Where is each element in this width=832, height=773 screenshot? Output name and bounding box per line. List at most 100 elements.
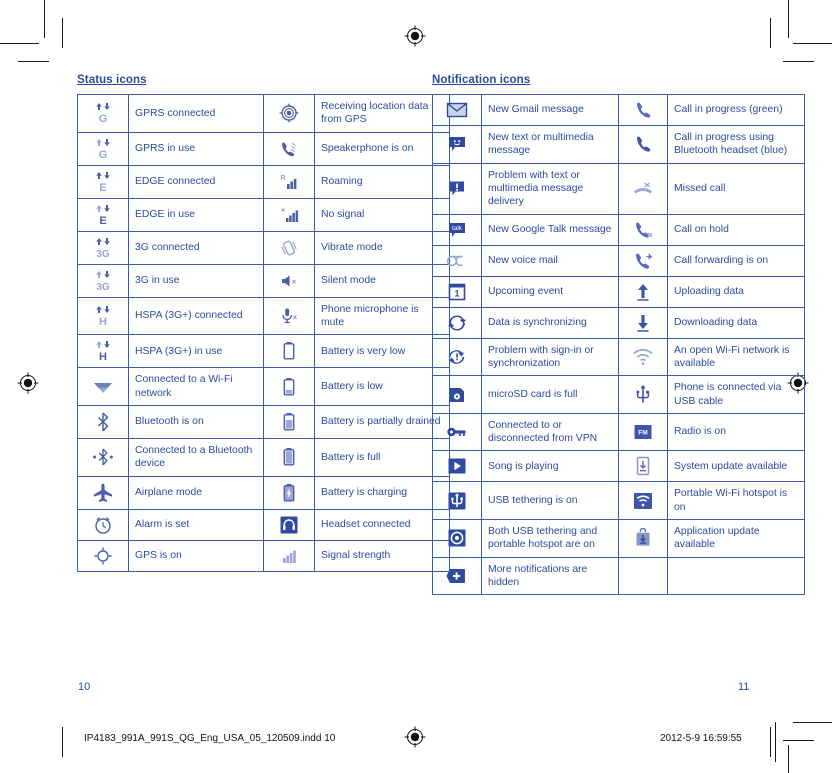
calendar-event-icon: 1 — [432, 275, 482, 308]
svg-text:G: G — [99, 113, 108, 124]
no-signal-icon: × — [263, 197, 315, 232]
status-label: Connected to a Bluetooth device — [128, 437, 264, 477]
table-row: GPS is on Signal strength — [77, 539, 450, 572]
notification-label: New Google Talk message — [481, 213, 619, 246]
edge-connected-icon: E — [77, 164, 129, 199]
status-label: GPS is on — [128, 539, 264, 572]
battery-charging-icon — [263, 475, 315, 510]
notification-label: Song is playing — [481, 450, 619, 483]
status-label: Alarm is set — [128, 508, 264, 541]
status-label: Battery is low — [314, 367, 450, 406]
gmail-icon — [432, 94, 482, 126]
alarm-icon — [77, 508, 129, 541]
table-row: 3G 3G connected Vibrate mode — [77, 230, 450, 265]
notification-label: System update available — [667, 450, 805, 483]
headset-icon — [263, 508, 315, 541]
gprs-connected-icon: G — [77, 94, 129, 133]
table-row: Connected to or disconnected from VPN FM… — [432, 412, 805, 452]
notification-label: An open Wi-Fi network is available — [667, 337, 805, 377]
notification-label: Call in progress using Bluetooth headset… — [667, 125, 805, 164]
notification-label: More notifications are hidden — [481, 556, 619, 596]
status-label: GPRS in use — [128, 131, 264, 166]
vpn-icon — [432, 412, 482, 452]
notification-label: Phone is connected via USB cable — [667, 375, 805, 414]
status-icons-section: Status icons G GPRS connected Receiving … — [77, 74, 450, 572]
voicemail-icon — [432, 244, 482, 277]
battery-low-icon — [263, 367, 315, 406]
status-label: Silent mode — [314, 263, 450, 298]
notification-label: Application update available — [667, 519, 805, 558]
system-update-icon — [618, 450, 668, 483]
play-song-icon — [432, 450, 482, 483]
notification-label: Downloading data — [667, 306, 805, 339]
notification-label: USB tethering is on — [481, 481, 619, 521]
silent-mode-icon: × — [263, 263, 315, 298]
svg-text:3G: 3G — [96, 249, 110, 259]
3g-in-use-icon: 3G — [77, 263, 129, 298]
call-forwarding-icon — [618, 244, 668, 277]
status-icons-title: Status icons — [77, 74, 147, 86]
notification-label: Upcoming event — [481, 275, 619, 308]
app-update-icon — [618, 519, 668, 558]
status-label: No signal — [314, 197, 450, 232]
status-label: Receiving location data from GPS — [314, 94, 450, 133]
table-row: G GPRS in use Speakerphone is on — [77, 131, 450, 166]
table-row: New Gmail message Call in progress (gree… — [432, 94, 805, 126]
status-label: 3G in use — [128, 263, 264, 298]
gps-on-icon — [77, 539, 129, 572]
vibrate-mode-icon — [263, 230, 315, 265]
table-row: Alarm is set Headset connected — [77, 508, 450, 541]
svg-text:talk: talk — [452, 225, 463, 232]
battery-partial-icon — [263, 404, 315, 439]
notification-label: Data is synchronizing — [481, 306, 619, 339]
table-row: Bluetooth is on Battery is partially dra… — [77, 404, 450, 439]
table-row: E EDGE connected R Roaming — [77, 164, 450, 199]
page-number-left: 10 — [78, 681, 91, 693]
sdcard-full-icon — [432, 375, 482, 414]
status-label: Airplane mode — [128, 475, 264, 510]
svg-text:×: × — [292, 277, 297, 286]
notification-label: Missed call — [667, 162, 805, 215]
roaming-icon: R — [263, 164, 315, 199]
svg-text:1: 1 — [454, 288, 459, 298]
empty-text-cell — [667, 556, 805, 596]
gps-receiving-icon — [263, 94, 315, 133]
message-problem-icon — [432, 162, 482, 215]
notification-label: Both USB tethering and portable hotspot … — [481, 519, 619, 558]
status-label: Phone microphone is mute — [314, 296, 450, 336]
notification-label: Call forwarding is on — [667, 244, 805, 277]
status-label: GPRS connected — [128, 94, 264, 133]
table-row: Airplane mode Battery is charging — [77, 475, 450, 510]
battery-full-icon — [263, 437, 315, 477]
table-row: H HSPA (3G+) connected × Phone microphon… — [77, 296, 450, 336]
status-label: Battery is partially drained — [314, 404, 450, 439]
table-row: Data is synchronizing Downloading data — [432, 306, 805, 339]
battery-very-low-icon — [263, 334, 315, 369]
table-row: 3G 3G in use × Silent mode — [77, 263, 450, 298]
table-row: Problem with sign-in or synchronization … — [432, 337, 805, 377]
status-icons-table: G GPRS connected Receiving location data… — [77, 94, 450, 572]
google-talk-icon: talk — [432, 213, 482, 246]
status-label: 3G connected — [128, 230, 264, 265]
status-label: Signal strength — [314, 539, 450, 572]
page-number-right: 11 — [738, 681, 750, 693]
svg-text:×: × — [281, 207, 285, 214]
empty-icon-cell — [618, 556, 668, 596]
missed-call-icon — [618, 162, 668, 215]
notification-icons-title: Notification icons — [432, 74, 531, 86]
microphone-mute-icon: × — [263, 296, 315, 336]
table-row: H HSPA (3G+) in use Battery is very low — [77, 334, 450, 369]
notification-label: New text or multimedia message — [481, 125, 619, 164]
svg-text:E: E — [99, 182, 106, 193]
table-row: microSD card is full Phone is connected … — [432, 375, 805, 414]
svg-text:H: H — [99, 351, 107, 362]
status-label: Battery is very low — [314, 334, 450, 369]
table-row: New voice mail Call forwarding is on — [432, 244, 805, 277]
svg-text:R: R — [280, 175, 285, 182]
notification-label: Connected to or disconnected from VPN — [481, 412, 619, 452]
notification-label: Problem with sign-in or synchronization — [481, 337, 619, 377]
table-row: Both USB tethering and portable hotspot … — [432, 519, 805, 558]
table-row: 1 Upcoming event Uploading data — [432, 275, 805, 308]
table-row: E EDGE in use × No signal — [77, 197, 450, 232]
status-label: HSPA (3G+) connected — [128, 296, 264, 336]
